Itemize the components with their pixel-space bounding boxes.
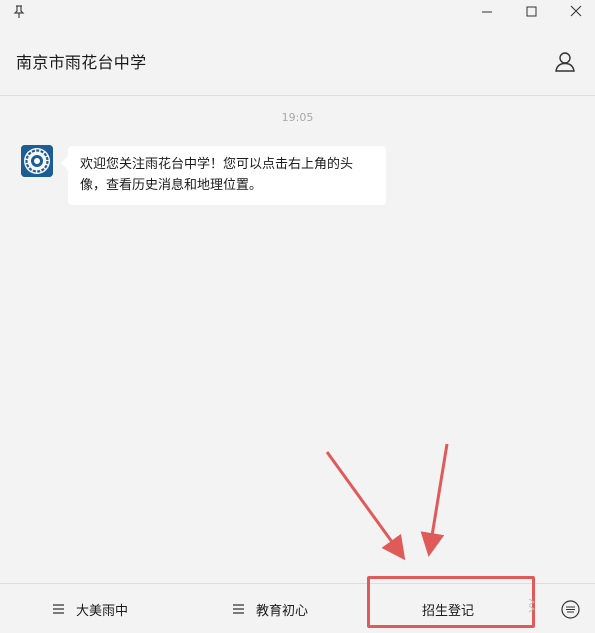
menu-list-icon (233, 604, 244, 614)
maximize-icon[interactable] (520, 2, 542, 22)
school-logo-icon (21, 145, 53, 177)
person-icon[interactable] (553, 50, 577, 74)
menu-item-damei-yuzhong[interactable]: 大美雨中 (53, 584, 128, 633)
message-list[interactable]: 19:05 欢迎您关注雨花台中学！您可以点击右上角的头像，查看历史消息和地理位置… (0, 97, 595, 583)
pin-icon[interactable] (11, 4, 27, 20)
school-logo-avatar[interactable] (21, 145, 53, 177)
minimize-icon[interactable] (476, 2, 498, 22)
menu-list-icon (53, 604, 64, 614)
chat-header: 南京市雨花台中学 (0, 26, 595, 96)
chevron-icon (528, 598, 535, 613)
annotation-highlight-box (367, 576, 535, 628)
chat-title: 南京市雨花台中学 (16, 53, 147, 72)
message-timestamp: 19:05 (281, 111, 314, 124)
menu-item-label: 教育初心 (256, 603, 309, 619)
menu-item-jiaoyu-chuxin[interactable]: 教育初心 (233, 584, 308, 633)
window-titlebar (0, 0, 595, 26)
close-icon[interactable] (565, 2, 587, 22)
keyboard-icon[interactable] (561, 600, 580, 619)
menu-item-label: 大美雨中 (76, 603, 129, 619)
message-bubble[interactable]: 欢迎您关注雨花台中学！您可以点击右上角的头像，查看历史消息和地理位置。 (68, 146, 386, 205)
